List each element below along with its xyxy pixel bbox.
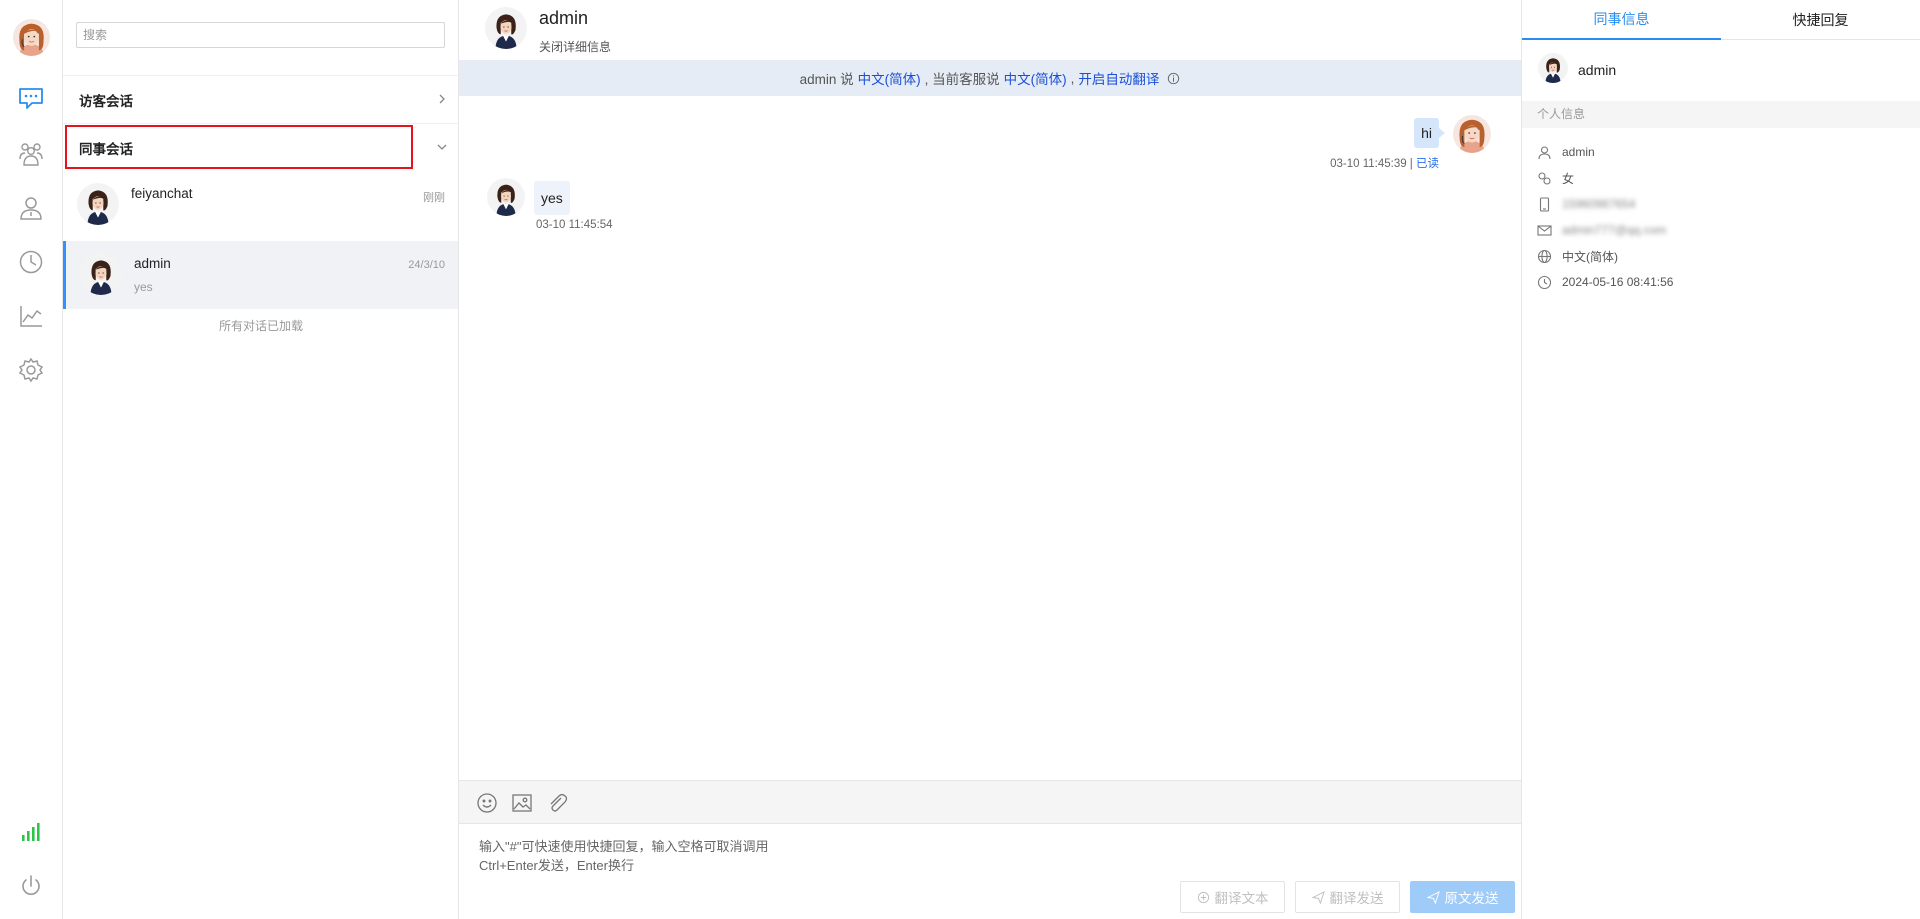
message-time: 03-10 11:45:39 | bbox=[1330, 158, 1413, 170]
message-meta: 03-10 11:45:39 | 已读 bbox=[1330, 155, 1439, 171]
language-bar: admin 说 中文(简体) , 当前客服说 中文(简体) , 开启自动翻译 bbox=[459, 60, 1521, 96]
detail-tabs: 同事信息 快捷回复 bbox=[1522, 0, 1920, 40]
info-phone-value: 15960987654 bbox=[1562, 197, 1636, 211]
info-language-value: 中文(简体) bbox=[1562, 249, 1618, 264]
group-visitor-sessions[interactable]: 访客会话 bbox=[63, 75, 459, 123]
app-window: 访客会话 同事会话 feiyanchat 刚刚 admin 24/3/10 ye… bbox=[0, 0, 1920, 919]
tab-quick-reply[interactable]: 快捷回复 bbox=[1721, 0, 1920, 40]
info-gender: 女 bbox=[1537, 168, 1574, 188]
session-name: admin bbox=[134, 256, 171, 271]
mail-icon bbox=[1537, 224, 1552, 236]
avatar bbox=[1453, 115, 1491, 153]
auto-translate-link[interactable]: 开启自动翻译 bbox=[1078, 68, 1159, 88]
translate-send-label: 翻译发送 bbox=[1329, 891, 1384, 906]
avatar bbox=[77, 183, 119, 225]
send-icon bbox=[1311, 890, 1325, 904]
info-phone: 15960987654 bbox=[1537, 194, 1635, 214]
session-item[interactable]: feiyanchat 刚刚 bbox=[63, 171, 458, 239]
read-status: 已读 bbox=[1416, 158, 1439, 170]
search-input[interactable] bbox=[76, 22, 445, 48]
composer-toolbar bbox=[459, 780, 1521, 824]
power-icon[interactable] bbox=[14, 869, 48, 903]
group-colleague-sessions[interactable]: 同事会话 bbox=[63, 123, 459, 171]
attachment-icon[interactable] bbox=[545, 791, 569, 815]
original-send-button[interactable]: 原文发送 bbox=[1410, 881, 1515, 913]
image-icon[interactable] bbox=[510, 791, 534, 815]
section-title: 个人信息 bbox=[1522, 101, 1920, 128]
session-time: 刚刚 bbox=[423, 192, 445, 204]
avatar bbox=[1538, 53, 1568, 83]
translate-send-button[interactable]: 翻译发送 bbox=[1295, 881, 1400, 913]
message-incoming: yes 03-10 11:45:54 bbox=[487, 178, 887, 238]
original-send-label: 原文发送 bbox=[1444, 891, 1499, 906]
info-gender-value: 女 bbox=[1562, 171, 1575, 186]
session-preview: yes bbox=[134, 280, 153, 294]
send-icon bbox=[1426, 890, 1440, 904]
lang-comma: , bbox=[1070, 70, 1075, 86]
session-item-active[interactable]: admin 24/3/10 yes bbox=[63, 241, 458, 309]
translate-text-label: 翻译文本 bbox=[1214, 891, 1269, 906]
gender-icon bbox=[1538, 171, 1551, 185]
colleagues-icon[interactable] bbox=[14, 136, 48, 170]
session-name: feiyanchat bbox=[131, 186, 193, 201]
chat-pane: admin 关闭详细信息 admin 说 中文(简体) , 当前客服说 中文(简… bbox=[459, 0, 1521, 919]
stats-icon[interactable] bbox=[14, 299, 48, 333]
info-language: 中文(简体) bbox=[1537, 246, 1618, 266]
message-time: 03-10 11:45:54 bbox=[536, 219, 613, 231]
current-user-avatar[interactable] bbox=[13, 19, 50, 56]
info-email: admin777@qq.com bbox=[1537, 220, 1666, 240]
chevron-right-icon bbox=[439, 94, 445, 104]
globe-icon bbox=[1537, 249, 1552, 263]
user-icon[interactable] bbox=[14, 191, 48, 225]
history-icon[interactable] bbox=[14, 245, 48, 279]
avatar bbox=[80, 253, 122, 295]
group-visitor-label: 访客会话 bbox=[79, 93, 133, 109]
info-created-value: 2024-05-16 08:41:56 bbox=[1562, 275, 1674, 289]
visitor-language-link[interactable]: 中文(简体) bbox=[858, 68, 921, 88]
group-colleague-label: 同事会话 bbox=[79, 141, 133, 157]
info-username: admin bbox=[1537, 142, 1595, 162]
session-time: 24/3/10 bbox=[408, 259, 445, 271]
chat-title: admin bbox=[539, 8, 589, 28]
agent-language-link[interactable]: 中文(简体) bbox=[1004, 68, 1067, 88]
chat-icon[interactable] bbox=[14, 81, 48, 115]
chat-header: admin 关闭详细信息 bbox=[459, 0, 1521, 60]
input-hint-line1: 输入"#"可快速使用快捷回复，输入空格可取消调用 bbox=[479, 839, 769, 854]
signal-icon bbox=[14, 815, 48, 849]
message-bubble[interactable]: yes bbox=[534, 181, 570, 215]
translate-text-button[interactable]: 翻译文本 bbox=[1180, 881, 1285, 913]
translate-icon bbox=[1197, 891, 1209, 903]
left-nav-rail bbox=[0, 0, 63, 919]
close-detail-link[interactable]: 关闭详细信息 bbox=[539, 38, 611, 55]
message-outgoing: hi 03-10 11:45:39 | 已读 bbox=[1091, 115, 1491, 175]
info-icon[interactable] bbox=[1167, 72, 1180, 85]
message-bubble[interactable]: hi bbox=[1414, 118, 1445, 148]
avatar bbox=[487, 178, 525, 216]
phone-icon bbox=[1539, 196, 1550, 212]
info-email-value: admin777@qq.com bbox=[1562, 223, 1667, 237]
input-hint-line2: Ctrl+Enter发送，Enter换行 bbox=[479, 858, 634, 873]
settings-icon[interactable] bbox=[14, 353, 48, 387]
info-username-value: admin bbox=[1562, 145, 1595, 159]
clock-icon bbox=[1537, 275, 1552, 289]
profile-name: admin bbox=[1578, 62, 1617, 78]
detail-panel: 同事信息 快捷回复 admin 个人信息 admin 女 15960987654… bbox=[1521, 0, 1920, 919]
all-loaded-text: 所有对话已加载 bbox=[218, 319, 303, 333]
tab-colleague-info[interactable]: 同事信息 bbox=[1522, 0, 1721, 40]
user-icon bbox=[1538, 145, 1551, 159]
session-list-panel: 访客会话 同事会话 feiyanchat 刚刚 admin 24/3/10 ye… bbox=[63, 0, 459, 919]
lang-prefix: admin 说 bbox=[799, 72, 854, 87]
message-input[interactable]: 输入"#"可快速使用快捷回复，输入空格可取消调用 Ctrl+Enter发送，En… bbox=[479, 837, 768, 875]
info-created: 2024-05-16 08:41:56 bbox=[1537, 272, 1673, 292]
avatar bbox=[485, 7, 527, 49]
lang-middle: , 当前客服说 bbox=[924, 72, 1000, 87]
emoji-icon[interactable] bbox=[475, 791, 499, 815]
chevron-down-icon bbox=[437, 144, 447, 150]
